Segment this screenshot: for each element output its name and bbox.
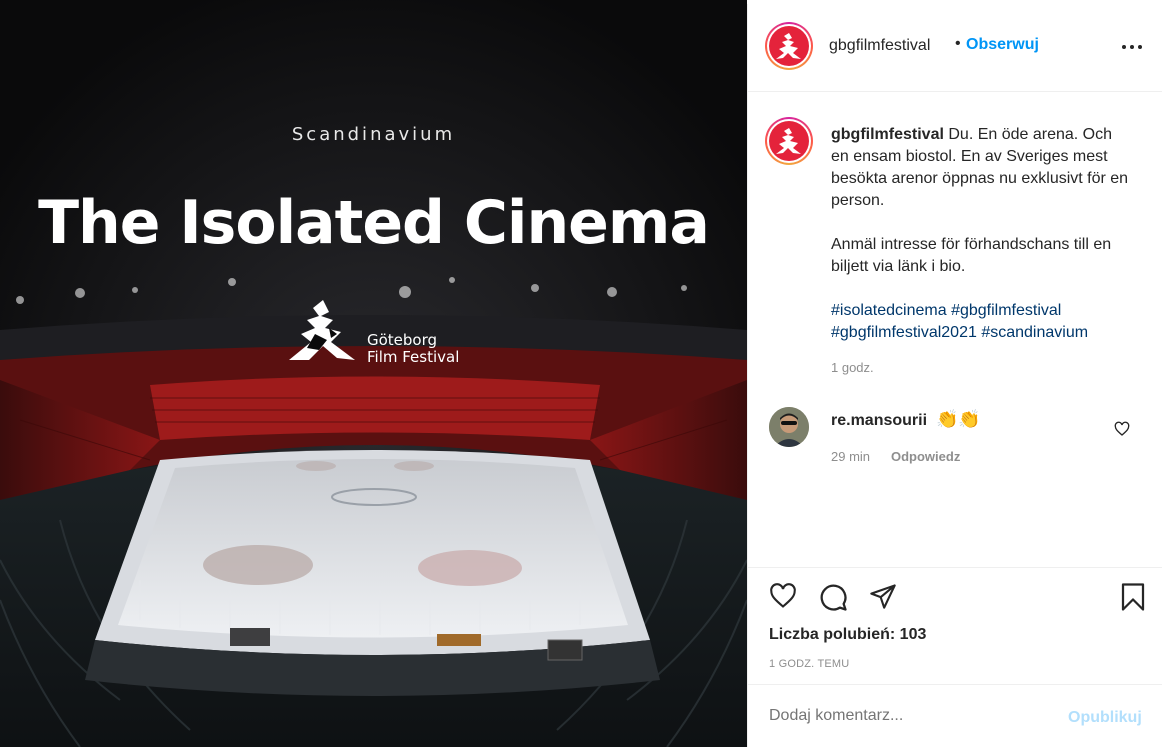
caption-hashtags: #isolatedcinema #gbgfilmfestival #gbgfil… xyxy=(831,300,1131,344)
post-actions: Liczba polubień: 103 1 GODZ. TEMU xyxy=(748,567,1162,684)
hashtag-link[interactable]: #gbgfilmfestival2021 xyxy=(831,324,977,341)
header-separator: • xyxy=(955,35,961,52)
caption-time[interactable]: 1 godz. xyxy=(831,360,874,375)
comment-input[interactable] xyxy=(769,707,1049,725)
gbg-logo-line1: Göteborg xyxy=(367,331,438,349)
header-avatar[interactable] xyxy=(765,22,813,70)
avatar-inner xyxy=(767,24,811,68)
dragon-mark-icon xyxy=(776,33,801,59)
gbg-dragon-icon xyxy=(289,300,355,360)
commenter-avatar[interactable] xyxy=(769,407,809,447)
hashtag-link[interactable]: #isolatedcinema xyxy=(831,302,947,319)
more-options-icon[interactable] xyxy=(1118,37,1148,57)
dragon-mark-icon xyxy=(776,128,801,154)
header-username[interactable]: gbgfilmfestival xyxy=(829,37,930,55)
gbg-festival-logo: Göteborg Film Festival xyxy=(285,298,465,368)
hashtag-link[interactable]: #scandinavium xyxy=(981,324,1088,341)
avatar-inner xyxy=(767,119,811,163)
add-comment-bar: Opublikuj xyxy=(748,684,1162,747)
comment-text: 👏👏 xyxy=(936,409,981,429)
follow-button[interactable]: Obserwuj xyxy=(966,36,1039,54)
user-avatar-icon xyxy=(769,407,809,447)
hashtag-link[interactable]: #gbgfilmfestival xyxy=(951,302,1061,319)
gbg-logo-line2: Film Festival xyxy=(367,348,460,366)
comment-time[interactable]: 29 min xyxy=(831,449,870,464)
publish-button[interactable]: Opublikuj xyxy=(1068,709,1142,727)
poster-subtitle: Scandinavium xyxy=(291,124,456,145)
comment-icon[interactable] xyxy=(818,582,848,612)
post-timestamp[interactable]: 1 GODZ. TEMU xyxy=(769,658,849,670)
arena-photo xyxy=(0,0,747,747)
reply-button[interactable]: Odpowiedz xyxy=(891,449,960,464)
post-header: gbgfilmfestival • Obserwuj xyxy=(748,4,1162,92)
comment-item: re.mansourii 👏👏 29 min Odpowiedz xyxy=(748,399,1162,479)
gbg-logo-text: Göteborg Film Festival xyxy=(367,332,459,366)
post-sidebar: gbgfilmfestival • Obserwuj gbgfilmfestiv… xyxy=(747,4,1162,747)
bookmark-icon[interactable] xyxy=(1118,582,1148,612)
more-dot xyxy=(1138,45,1142,49)
caption-body-2: Anmäl intresse för förhandschans till en… xyxy=(831,236,1112,275)
gbg-festival-logo-icon xyxy=(769,121,809,161)
comment-username[interactable]: re.mansourii xyxy=(831,412,927,430)
caption-text: gbgfilmfestival Du. En öde arena. Och en… xyxy=(831,124,1131,344)
likes-count[interactable]: Liczba polubień: 103 xyxy=(769,626,926,644)
more-dot xyxy=(1130,45,1134,49)
post-image[interactable]: Scandinavium The Isolated Cinema Götebor… xyxy=(0,0,747,747)
caption-avatar[interactable] xyxy=(765,117,813,165)
gbg-festival-logo-icon xyxy=(769,26,809,66)
heart-outline-icon[interactable] xyxy=(1114,421,1130,437)
caption-username[interactable]: gbgfilmfestival xyxy=(831,126,944,143)
share-icon[interactable] xyxy=(868,582,898,610)
more-dot xyxy=(1122,45,1126,49)
poster-title: The Isolated Cinema xyxy=(38,188,710,258)
heart-icon[interactable] xyxy=(768,582,798,610)
